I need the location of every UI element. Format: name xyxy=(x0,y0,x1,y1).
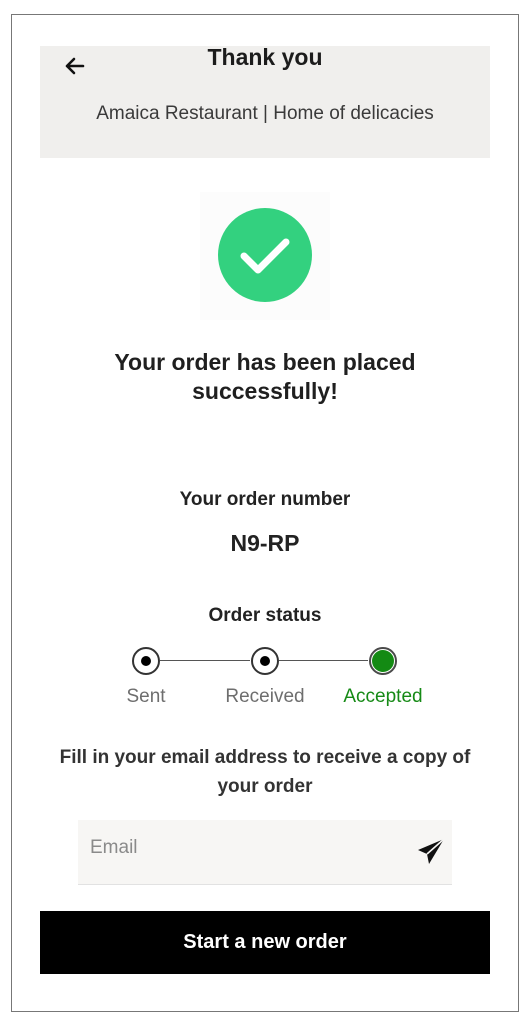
track-line-2 xyxy=(279,660,368,661)
order-status-label: Order status xyxy=(208,605,322,626)
email-prompt: Fill in your email address to receive a … xyxy=(59,747,471,797)
order-number-label: Your order number xyxy=(179,489,351,510)
success-message: Your order has been placed successfully! xyxy=(114,349,416,404)
send-email-button[interactable] xyxy=(416,837,446,867)
page-title: Thank you xyxy=(207,44,323,70)
step-received-dot xyxy=(251,647,279,675)
restaurant-subtitle: Amaica Restaurant | Home of delicacies xyxy=(96,103,434,124)
start-new-order-button[interactable]: Start a new order xyxy=(40,911,490,974)
order-number: N9-RP xyxy=(230,530,300,556)
track-line-1 xyxy=(160,660,250,661)
step-received-label: Received xyxy=(225,686,305,707)
step-accepted-dot xyxy=(369,647,397,675)
check-circle-icon xyxy=(218,208,312,302)
step-accepted-label: Accepted xyxy=(343,686,423,707)
step-sent-dot xyxy=(132,647,160,675)
step-sent-label: Sent xyxy=(126,686,166,707)
email-field-container xyxy=(78,820,452,885)
email-input[interactable] xyxy=(90,828,410,868)
paper-plane-icon xyxy=(418,838,445,864)
success-icon-wrapper xyxy=(218,208,312,302)
